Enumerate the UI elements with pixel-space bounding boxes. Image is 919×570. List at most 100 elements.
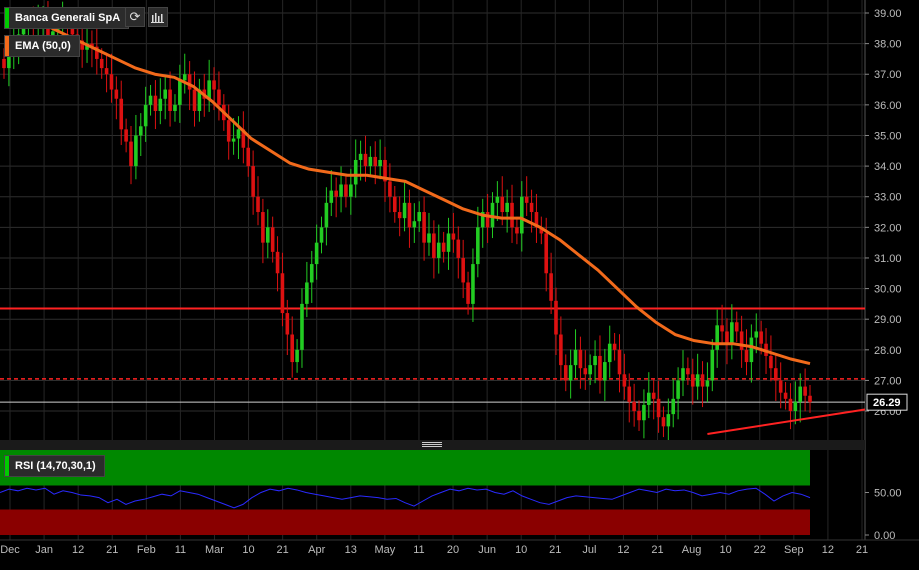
candle-down-body: [637, 411, 641, 421]
chart-canvas[interactable]: Dec Jan 12 21 Feb 11 Mar 10 21 Apr 13 May 11 20 Jun 10 2…: [0, 0, 919, 565]
candle-down-body: [622, 374, 627, 387]
refresh-icon[interactable]: ⟳: [125, 7, 145, 27]
candle-up-body: [417, 212, 422, 222]
y-tick-label: 38.00: [874, 39, 902, 51]
candle-down-body: [275, 251, 280, 274]
candle-up-body: [319, 227, 324, 243]
candle-down-body: [187, 74, 192, 90]
candle-down-body: [529, 202, 534, 213]
x-tick-label: 13: [345, 544, 357, 556]
candle-down-body: [656, 398, 661, 418]
candle-up-body: [519, 196, 524, 234]
candle-down-body: [270, 227, 275, 252]
candle-down-body: [544, 233, 549, 274]
candle-down-body: [217, 89, 221, 105]
y-tick-label: 32.00: [874, 222, 902, 234]
candle-up-body: [7, 55, 11, 69]
candle-down-body: [617, 349, 622, 375]
candle-up-body: [495, 196, 500, 203]
candle-down-body: [803, 386, 807, 396]
candle-down-body: [344, 184, 348, 197]
candle-up-body: [329, 190, 334, 203]
candle-down-body: [690, 374, 695, 387]
y-tick-label: 30.00: [874, 284, 902, 296]
x-tick-label: Jun: [478, 544, 496, 556]
y-tick-label: 31.00: [874, 253, 902, 265]
candle-down-body: [407, 202, 412, 228]
candle-up-body: [642, 404, 646, 421]
candle-up-body: [134, 135, 138, 167]
candle-up-body: [666, 414, 671, 427]
candle-down-body: [524, 196, 529, 203]
candle-up-body: [436, 242, 441, 258]
candle-down-body: [559, 334, 563, 366]
y-tick-label: 35.00: [874, 130, 902, 142]
x-tick-label: Sep: [784, 544, 804, 556]
candle-up-body: [309, 264, 314, 283]
candle-down-body: [515, 227, 519, 234]
bar-chart-glyph: [151, 13, 164, 23]
instrument-label[interactable]: Banca Generali SpA: [4, 7, 130, 29]
bar-chart-icon[interactable]: [148, 7, 168, 27]
candle-down-body: [598, 355, 602, 381]
candle-up-body: [231, 138, 236, 142]
candle-down-body: [744, 349, 749, 363]
candle-down-body: [759, 331, 763, 344]
candle-up-body: [207, 80, 211, 99]
candle-down-body: [119, 98, 124, 130]
y-tick-label: 36.00: [874, 100, 902, 112]
candle-down-body: [153, 95, 158, 111]
candle-up-body: [676, 380, 680, 399]
candle-down-body: [70, 28, 75, 35]
candle-down-body: [627, 386, 632, 402]
pane-divider-handle[interactable]: [422, 441, 442, 449]
candle-up-body: [446, 233, 451, 252]
candle-up-body: [349, 184, 353, 197]
candle-up-body: [143, 104, 148, 127]
candle-up-body: [358, 153, 363, 160]
x-tick-label: 21: [106, 544, 118, 556]
candle-down-body: [129, 141, 133, 167]
x-tick-label: 10: [242, 544, 254, 556]
rsi-legend-label: RSI (14,70,30,1): [15, 460, 96, 472]
candle-down-body: [583, 368, 588, 375]
candle-up-body: [295, 349, 299, 363]
candle-up-body: [378, 159, 382, 167]
candle-down-body: [114, 89, 119, 99]
candle-up-body: [588, 365, 592, 375]
candle-up-body: [798, 386, 803, 402]
y-tick-label: 28.00: [874, 345, 902, 357]
candle-up-body: [427, 233, 431, 243]
candle-down-body: [661, 417, 666, 427]
candle-down-body: [246, 147, 251, 167]
ema-legend[interactable]: EMA (50,0): [4, 35, 80, 57]
x-tick-label: 11: [175, 544, 186, 556]
candle-down-body: [2, 58, 6, 69]
candle-down-body: [290, 334, 295, 363]
candle-up-body: [339, 184, 343, 197]
y-tick-label: 33.00: [874, 192, 902, 204]
candle-down-body: [720, 325, 724, 332]
rsi-legend[interactable]: RSI (14,70,30,1): [4, 455, 105, 477]
candle-down-body: [734, 322, 739, 332]
candle-up-body: [568, 365, 573, 381]
candle-down-body: [392, 196, 397, 213]
ema-legend-label: EMA (50,0): [15, 40, 71, 52]
x-tick-label: 22: [754, 544, 766, 556]
x-tick-label: 12: [822, 544, 834, 556]
y-tick-label: 37.00: [874, 69, 902, 81]
candle-up-body: [305, 282, 309, 304]
candle-up-body: [607, 343, 612, 363]
candle-up-body: [163, 89, 167, 99]
x-tick-label: 20: [447, 544, 459, 556]
candle-down-body: [788, 398, 793, 412]
candle-down-body: [256, 196, 260, 213]
candle-up-body: [300, 303, 304, 350]
candle-down-body: [808, 395, 812, 403]
candle-down-body: [168, 89, 172, 111]
candle-down-body: [554, 300, 558, 335]
candle-down-body: [280, 273, 285, 314]
x-tick-label: May: [374, 544, 395, 556]
candle-up-body: [754, 331, 759, 338]
x-tick-label: 21: [651, 544, 663, 556]
